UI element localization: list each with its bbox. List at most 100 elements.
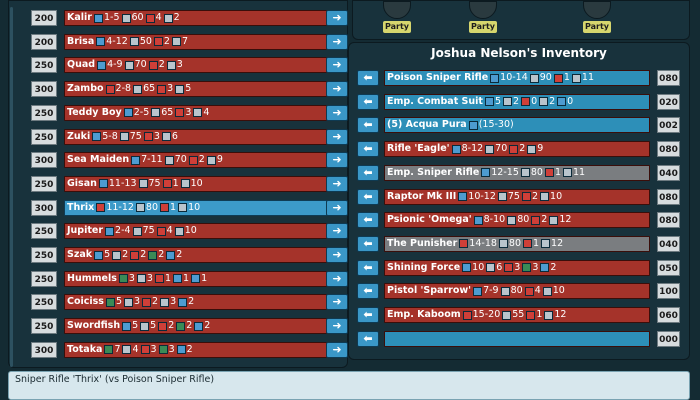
- item-name: Rifle 'Eagle': [387, 143, 450, 155]
- stat-icon: [112, 250, 122, 260]
- shop-item-bar[interactable]: Jupiter 2-4 75 4 10: [64, 223, 340, 240]
- transfer-right-button[interactable]: ➜: [326, 152, 348, 169]
- transfer-left-button[interactable]: ⬅: [357, 188, 379, 205]
- transfer-left-button[interactable]: ⬅: [357, 235, 379, 252]
- transfer-right-button[interactable]: ➜: [326, 294, 348, 311]
- item-name: Psionic 'Omega': [387, 214, 472, 226]
- item-name: Teddy Boy: [67, 106, 122, 118]
- inventory-item-bar[interactable]: The Punisher 14-18 80 1 12: [384, 235, 650, 252]
- stat-value: 5: [185, 83, 192, 95]
- party-portrait-1[interactable]: [383, 1, 411, 19]
- shop-item-bar[interactable]: Swordfish 5 5 2 2 2: [64, 318, 340, 335]
- slot-number: 002: [657, 117, 680, 134]
- stat-value: 14-18: [469, 237, 497, 249]
- transfer-left-button[interactable]: ⬅: [357, 259, 379, 276]
- stat-value: 80: [508, 237, 521, 249]
- stat-value: 6: [496, 261, 503, 273]
- transfer-left-button[interactable]: ⬅: [357, 141, 379, 158]
- range-icon: [130, 250, 140, 260]
- slot-number: 080: [657, 70, 680, 86]
- shop-item-bar[interactable]: Teddy Boy 2-5 65 3 4: [64, 104, 340, 121]
- transfer-left-button[interactable]: ⬅: [357, 307, 379, 323]
- stat-icon: [571, 73, 581, 83]
- stat-value: 5: [132, 320, 139, 332]
- stat-value: 10: [188, 201, 201, 213]
- transfer-right-button[interactable]: ➜: [326, 128, 348, 145]
- inventory-item-bar[interactable]: Emp. Kaboom 15-20 55 1 12: [384, 307, 650, 323]
- range-icon: [148, 60, 158, 70]
- shop-item-bar[interactable]: Zuki 5-8 75 3 6: [64, 128, 340, 145]
- inventory-item-bar[interactable]: Emp. Sniper Rifle 12-15 80 1 11: [384, 164, 650, 181]
- transfer-right-button[interactable]: ➜: [326, 247, 348, 263]
- stat-value: 2: [531, 190, 539, 202]
- shop-item-bar[interactable]: Sea Maiden 7-11 70 2 9: [64, 152, 340, 169]
- party-portrait-3[interactable]: [583, 1, 611, 19]
- price-tag: 250: [31, 175, 57, 192]
- transfer-right-button[interactable]: ➜: [326, 81, 348, 98]
- item-name: Hummels: [67, 272, 117, 284]
- transfer-right-button[interactable]: ➜: [326, 175, 348, 192]
- inventory-item-bar[interactable]: Shining Force 10 6 3 3 2: [384, 259, 650, 276]
- transfer-right-button[interactable]: ➜: [326, 33, 348, 50]
- transfer-left-button[interactable]: ⬅: [357, 212, 379, 229]
- stat-value: 1: [554, 166, 562, 178]
- party-badge-1[interactable]: Party: [383, 21, 411, 33]
- stat-value: 0: [567, 95, 574, 107]
- inventory-item-bar[interactable]: Psionic 'Omega' 8-10 80 2 12: [384, 212, 650, 229]
- range-icon: [523, 239, 532, 249]
- shop-item-bar[interactable]: Quad 4-9 70 2 3: [64, 57, 340, 74]
- party-badge-2[interactable]: Party: [469, 21, 497, 33]
- shop-row: 250 Jupiter 2-4 75 4 10 ➜: [31, 223, 351, 240]
- shop-item-bar[interactable]: Zambo 2-8 65 3 5: [64, 81, 340, 98]
- transfer-right-button[interactable]: ➜: [326, 10, 348, 26]
- inventory-item-bar[interactable]: Raptor Mk III 10-12 75 2 10: [384, 188, 650, 205]
- shop-item-bar[interactable]: Coiciss 5 3 2 3 2: [64, 294, 340, 311]
- damage-icon: [451, 144, 461, 154]
- stat-value: 3: [514, 261, 521, 273]
- party-portrait-2[interactable]: [469, 1, 497, 19]
- stat-value: 3: [153, 130, 160, 142]
- transfer-right-button[interactable]: ➜: [326, 341, 348, 358]
- inventory-item-bar[interactable]: (5) Acqua Pura (15-30): [384, 117, 650, 134]
- shop-item-bar[interactable]: Totaka 7 4 3 3 2: [64, 341, 340, 358]
- stat-value: 1: [183, 272, 190, 284]
- transfer-left-button[interactable]: ⬅: [357, 117, 379, 134]
- transfer-left-button[interactable]: ⬅: [357, 330, 379, 347]
- shop-item-bar[interactable]: Thrix 11-12 80 1 10: [64, 199, 340, 216]
- damage-icon: [468, 120, 478, 130]
- shop-item-bar[interactable]: Gisan 11-13 75 1 10: [64, 175, 340, 192]
- stat-icon: [129, 37, 139, 47]
- stat-value: 10-12: [468, 190, 496, 202]
- shop-scrollbar[interactable]: [10, 7, 13, 367]
- party-badge-3[interactable]: Party: [583, 21, 611, 33]
- transfer-right-button[interactable]: ➜: [326, 104, 348, 121]
- transfer-right-button[interactable]: ➜: [326, 318, 348, 335]
- inventory-item-bar[interactable]: Emp. Combat Suit 5 2 0 2 0: [384, 93, 650, 110]
- compare-text: Sniper Rifle 'Thrix' (vs Poison Sniper R…: [15, 374, 215, 385]
- transfer-right-button[interactable]: ➜: [326, 57, 348, 74]
- stat-value: 80: [530, 166, 543, 178]
- inventory-item-bar[interactable]: [384, 330, 650, 347]
- stat-icon: [161, 132, 171, 141]
- transfer-left-button[interactable]: ⬅: [357, 93, 379, 110]
- range-icon: [524, 286, 534, 296]
- inventory-item-bar[interactable]: Rifle 'Eagle' 8-12 70 2 9: [384, 141, 650, 158]
- shop-item-bar[interactable]: Szak 5 2 2 2 2: [64, 247, 340, 263]
- shop-item-bar[interactable]: Brisa 4-12 50 2 7: [64, 33, 340, 50]
- shop-item-bar[interactable]: Hummels 3 3 1 1 1: [64, 270, 340, 287]
- shop-row: 250 Hummels 3 3 1 1 1 ➜: [31, 270, 351, 287]
- stat-value: 1: [201, 272, 208, 284]
- transfer-left-button[interactable]: ⬅: [357, 70, 379, 86]
- stat-value: 70: [134, 59, 147, 71]
- transfer-right-button[interactable]: ➜: [326, 199, 348, 216]
- transfer-right-button[interactable]: ➜: [326, 270, 348, 287]
- shop-item-bar[interactable]: Kalir 1-5 60 4 2: [64, 10, 340, 26]
- transfer-left-button[interactable]: ⬅: [357, 283, 379, 300]
- heal-icon: [105, 297, 115, 307]
- transfer-left-button[interactable]: ⬅: [357, 164, 379, 181]
- transfer-right-button[interactable]: ➜: [326, 223, 348, 240]
- inventory-item-bar[interactable]: Pistol 'Sparrow' 7-9 80 4 10: [384, 283, 650, 300]
- inventory-item-bar[interactable]: Poison Sniper Rifle 10-14 90 1 11: [384, 70, 650, 86]
- price-tag: 300: [31, 81, 57, 98]
- inventory-row: ⬅ (5) Acqua Pura (15-30) 002: [357, 117, 685, 134]
